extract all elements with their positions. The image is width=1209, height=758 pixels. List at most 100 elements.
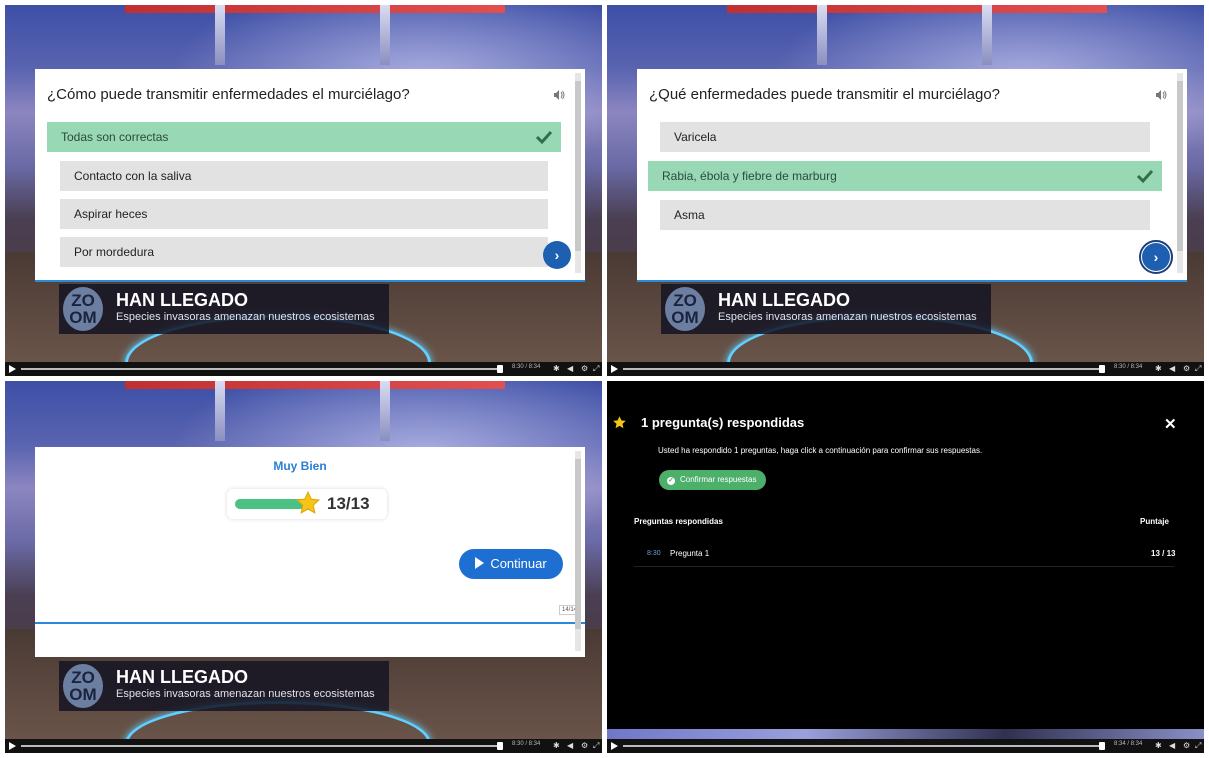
seek-bar[interactable]: [21, 745, 501, 747]
lower-third-title: HAN LLEGADO: [116, 290, 248, 310]
scrollbar[interactable]: [1177, 73, 1183, 273]
next-button[interactable]: ›: [543, 241, 571, 269]
time-display: 8:34 / 8:34: [1114, 741, 1143, 747]
answer-option-correct[interactable]: Todas son correctas: [47, 122, 561, 152]
seek-handle[interactable]: [1099, 742, 1105, 750]
scrollbar[interactable]: [575, 451, 581, 651]
fullscreen-icon[interactable]: ⤢: [1195, 364, 1201, 374]
check-icon: [535, 130, 553, 145]
answer-option[interactable]: Varicela: [660, 122, 1150, 152]
answer-option[interactable]: Asma: [660, 200, 1150, 230]
play-icon[interactable]: [611, 742, 618, 750]
lower-third-title: HAN LLEGADO: [718, 290, 850, 310]
star-icon: [613, 416, 626, 429]
video-frame-question-2: ¿Qué enfermedades puede transmitir el mu…: [607, 5, 1204, 376]
video-frame-question-1: ¿Cómo puede transmitir enfermedades el m…: [5, 5, 602, 376]
seek-bar[interactable]: [623, 745, 1103, 747]
zoom-logo: ZO OM: [63, 664, 103, 708]
settings-icon[interactable]: ✱: [553, 741, 560, 750]
row-divider: [634, 566, 1174, 567]
divider: [35, 622, 585, 624]
answer-option-correct[interactable]: Rabia, ébola y fiebre de marburg: [648, 161, 1162, 191]
answer-option[interactable]: Por mordedura: [60, 237, 548, 267]
seek-handle[interactable]: [497, 365, 503, 373]
answer-label: Contacto con la saliva: [74, 169, 192, 183]
confirm-answers-button[interactable]: ✓ Confirmar respuestas: [659, 470, 767, 490]
gear-icon[interactable]: ⚙: [1183, 364, 1190, 373]
player-controls: 8:30 / 8:34 ✱ ◀ ⚙ ⤢: [5, 362, 602, 376]
summary-screen: 1 pregunta(s) respondidas ✕ Usted ha res…: [607, 381, 1204, 753]
column-header-score: Puntaje: [1140, 517, 1169, 526]
chevron-right-icon: ›: [1153, 249, 1159, 265]
answer-label: Por mordedura: [74, 245, 155, 259]
answer-option[interactable]: Contacto con la saliva: [60, 161, 548, 191]
speaker-icon[interactable]: [553, 89, 565, 101]
seek-bar[interactable]: [21, 368, 501, 370]
settings-icon[interactable]: ✱: [1155, 741, 1162, 750]
result-heading: Muy Bien: [273, 459, 327, 473]
check-icon: [1136, 169, 1154, 184]
question-text: ¿Cómo puede transmitir enfermedades el m…: [47, 86, 410, 103]
volume-icon[interactable]: ◀: [567, 741, 573, 750]
gear-icon[interactable]: ⚙: [581, 741, 588, 750]
question-panel: ¿Qué enfermedades puede transmitir el mu…: [637, 69, 1187, 282]
column-header-questions: Preguntas respondidas: [634, 517, 723, 526]
volume-icon[interactable]: ◀: [567, 364, 573, 373]
answer-label: Rabia, ébola y fiebre de marburg: [662, 169, 837, 183]
question-text: ¿Qué enfermedades puede transmitir el mu…: [649, 86, 1001, 103]
lower-third-title: HAN LLEGADO: [116, 667, 248, 687]
fullscreen-icon[interactable]: ⤢: [593, 364, 599, 374]
row-timestamp[interactable]: 8:30: [647, 550, 661, 557]
question-panel: ¿Cómo puede transmitir enfermedades el m…: [35, 69, 585, 282]
lower-third-subtitle: Especies invasoras amenazan nuestros eco…: [116, 688, 375, 700]
close-icon[interactable]: ✕: [1164, 415, 1177, 433]
summary-title: 1 pregunta(s) respondidas: [641, 415, 805, 430]
lower-third: ZO OM HAN LLEGADO Especies invasoras amen…: [59, 661, 389, 711]
gear-icon[interactable]: ⚙: [581, 364, 588, 373]
lower-third-subtitle: Especies invasoras amenazan nuestros eco…: [718, 311, 977, 323]
time-display: 8:30 / 8:34: [512, 364, 541, 370]
answer-label: Varicela: [674, 130, 717, 144]
play-icon[interactable]: [9, 365, 16, 373]
gear-icon[interactable]: ⚙: [1183, 741, 1190, 750]
fullscreen-icon[interactable]: ⤢: [593, 741, 599, 751]
lower-third: ZO OM HAN LLEGADO Especies invasoras amen…: [59, 284, 389, 334]
video-strip: [607, 729, 1204, 739]
answer-option[interactable]: Aspirar heces: [60, 199, 548, 229]
time-display: 8:30 / 8:34: [1114, 364, 1143, 370]
row-score: 13 / 13: [1151, 549, 1176, 558]
scrollbar[interactable]: [575, 73, 581, 273]
row-question-name[interactable]: Pregunta 1: [670, 549, 709, 558]
settings-icon[interactable]: ✱: [1155, 364, 1162, 373]
answer-label: Asma: [674, 208, 705, 222]
seek-handle[interactable]: [497, 742, 503, 750]
zoom-logo: ZO OM: [63, 287, 103, 331]
check-circle-icon: ✓: [667, 477, 675, 485]
seek-handle[interactable]: [1099, 365, 1105, 373]
speaker-icon[interactable]: [1155, 89, 1167, 101]
confirm-label: Confirmar respuestas: [680, 475, 757, 484]
play-icon[interactable]: [9, 742, 16, 750]
chevron-right-icon: ›: [554, 247, 560, 263]
star-icon: [295, 490, 321, 514]
score-box: 13/13: [227, 489, 387, 519]
answer-label: Todas son correctas: [61, 130, 169, 144]
continue-button[interactable]: Continuar: [459, 549, 563, 579]
summary-description: Usted ha respondido 1 preguntas, haga cl…: [658, 446, 983, 455]
continue-label: Continuar: [490, 556, 547, 571]
settings-icon[interactable]: ✱: [553, 364, 560, 373]
play-icon[interactable]: [611, 365, 618, 373]
fullscreen-icon[interactable]: ⤢: [1195, 741, 1201, 751]
answer-label: Aspirar heces: [74, 207, 148, 221]
time-display: 8:30 / 8:34: [512, 741, 541, 747]
score-text: 13/13: [327, 494, 370, 513]
volume-icon[interactable]: ◀: [1169, 364, 1175, 373]
next-button[interactable]: ›: [1139, 240, 1173, 274]
player-controls: 8:30 / 8:34 ✱ ◀ ⚙ ⤢: [607, 362, 1204, 376]
lower-third: ZO OM HAN LLEGADO Especies invasoras amen…: [661, 284, 991, 334]
video-frame-result: Muy Bien 13/13 Continuar 14/14 ZO OM HAN …: [5, 381, 602, 753]
result-panel: Muy Bien 13/13 Continuar 14/14: [35, 447, 585, 657]
volume-icon[interactable]: ◀: [1169, 741, 1175, 750]
seek-bar[interactable]: [623, 368, 1103, 370]
player-controls: 8:34 / 8:34 ✱ ◀ ⚙ ⤢: [607, 739, 1204, 753]
